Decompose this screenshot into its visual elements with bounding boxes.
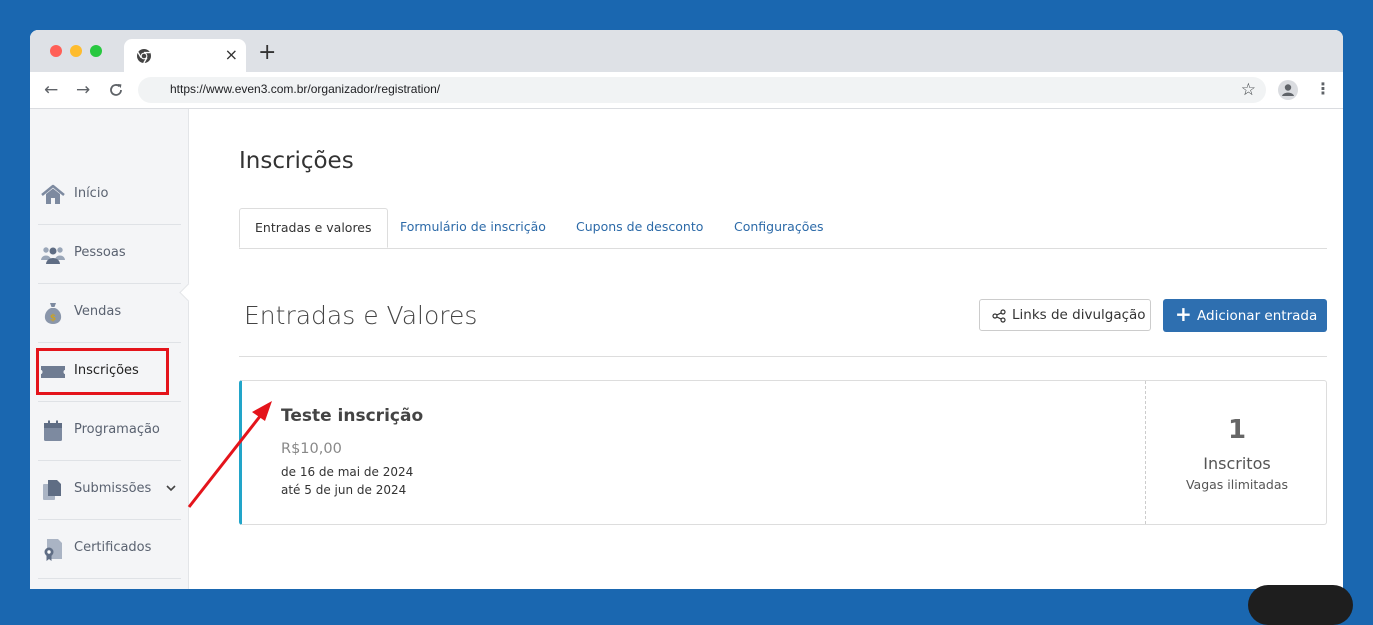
ticket-name[interactable]: Teste inscrição [281,406,423,426]
highlight-annotation [36,348,169,395]
documents-icon [43,480,61,500]
reload-icon[interactable] [108,82,124,98]
ticket-price: R$10,00 [281,441,342,457]
browser-window: × + ← → https://www.even3.com.br/organiz… [30,30,1343,589]
chevron-down-icon[interactable] [165,482,177,494]
new-tab-button[interactable]: + [258,42,276,64]
tab-cupons-de-desconto[interactable]: Cupons de desconto [561,208,718,248]
plus-icon: + [1175,302,1192,326]
home-icon [41,184,65,204]
browser-tab[interactable]: × [124,39,246,72]
availability-text: Vagas ilimitadas [1185,477,1289,492]
ticket-start-date: de 16 de mai de 2024 [281,465,414,479]
maximize-window-button[interactable] [90,45,102,57]
sidebar-item-inicio[interactable]: Início [38,166,181,225]
add-button-label: Adicionar entrada [1197,307,1318,324]
section-divider [239,356,1327,357]
svg-text:$: $ [50,314,56,324]
tab-formulario-de-inscricao[interactable]: Formulário de inscrição [385,208,561,248]
sidebar-item-vendas[interactable]: $ Vendas [38,284,181,343]
chat-widget-button[interactable] [1248,585,1353,625]
url-text[interactable]: https://www.even3.com.br/organizador/reg… [170,82,440,96]
ticket-card[interactable]: Teste inscrição R$10,00 de 16 de mai de … [239,380,1327,525]
browser-toolbar: ← → https://www.even3.com.br/organizador… [30,72,1343,109]
minimize-window-button[interactable] [70,45,82,57]
tab-close-icon[interactable]: × [225,45,238,65]
sidebar-item-label: Vendas [74,304,122,319]
page-title: Inscrições [239,148,354,174]
people-icon [41,247,65,264]
adicionar-entrada-button[interactable]: + Adicionar entrada [1163,299,1327,332]
sidebar-item-certificados[interactable]: Certificados [38,520,181,579]
main-content: Inscrições Entradas e valores Formulário… [189,109,1343,589]
certificate-icon [44,539,62,561]
money-bag-icon: $ [44,303,62,324]
close-window-button[interactable] [50,45,62,57]
sidebar-item-label: Programação [74,422,160,437]
sidebar-item-label: Submissões [74,481,152,496]
star-icon[interactable]: ☆ [1241,80,1256,100]
links-button-label: Links de divulgação [1012,307,1146,323]
ticket-stats: 1 Inscritos Vagas ilimitadas [1145,381,1328,524]
sidebar-item-submissoes[interactable]: Submissões [38,461,181,520]
forward-icon[interactable]: → [76,80,90,100]
sidebar-item-pessoas[interactable]: Pessoas [38,225,181,284]
sidebar: Início Pessoas $ Vendas Inscrições Progr… [30,109,189,589]
calendar-icon [44,420,62,441]
tab-bar: Entradas e valores Formulário de inscriç… [239,208,1327,249]
browser-menu-icon[interactable]: ⋮ [1315,79,1331,98]
person-icon [1282,84,1294,96]
chrome-icon [137,49,151,64]
registrant-count-label: Inscritos [1203,454,1271,473]
sidebar-item-label: Pessoas [74,245,126,260]
sidebar-item-label: Certificados [74,540,152,555]
sidebar-item-programacao[interactable]: Programação [38,402,181,461]
profile-avatar[interactable] [1278,80,1298,100]
sidebar-item-label: Início [74,186,109,201]
ticket-end-date: até 5 de jun de 2024 [281,483,407,497]
address-bar[interactable]: https://www.even3.com.br/organizador/reg… [138,77,1266,103]
back-icon[interactable]: ← [44,80,58,100]
tab-configuracoes[interactable]: Configurações [719,208,839,248]
share-icon [992,309,1006,323]
tab-strip: × + [30,30,1343,72]
tab-entradas-e-valores[interactable]: Entradas e valores [239,208,388,248]
links-de-divulgacao-button[interactable]: Links de divulgação [979,299,1151,331]
section-title: Entradas e Valores [244,301,478,330]
registrant-count: 1 [1227,415,1247,445]
